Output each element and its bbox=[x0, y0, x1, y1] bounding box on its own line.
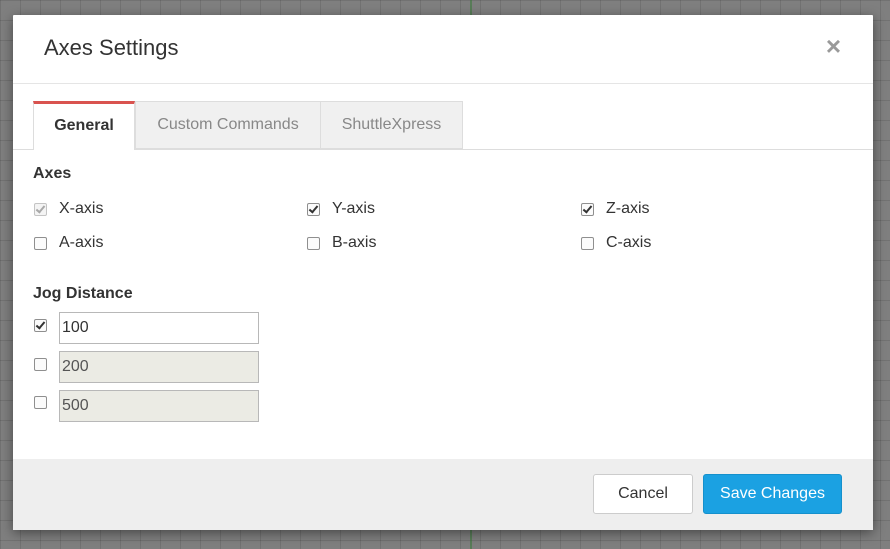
y-axis-checkbox[interactable] bbox=[307, 202, 320, 216]
close-icon[interactable]: × bbox=[826, 33, 841, 59]
z-axis-label[interactable]: Z-axis bbox=[606, 200, 650, 218]
z-axis-option: Z-axis bbox=[581, 199, 650, 219]
jog-100-input[interactable] bbox=[59, 312, 259, 344]
axes-settings-dialog: Axes Settings × General Custom Commands … bbox=[13, 15, 873, 530]
c-axis-option: C-axis bbox=[581, 233, 651, 253]
jog-200-input bbox=[59, 351, 259, 383]
jog-200-checkbox[interactable] bbox=[34, 357, 47, 371]
c-axis-label[interactable]: C-axis bbox=[606, 234, 651, 252]
z-axis-checkbox[interactable] bbox=[581, 202, 594, 216]
y-axis-label[interactable]: Y-axis bbox=[332, 200, 375, 218]
a-axis-label[interactable]: A-axis bbox=[59, 234, 103, 252]
b-axis-label[interactable]: B-axis bbox=[332, 234, 376, 252]
tab-general[interactable]: General bbox=[33, 101, 135, 150]
x-axis-option: X-axis bbox=[34, 199, 103, 219]
tab-custom-commands[interactable]: Custom Commands bbox=[135, 101, 321, 149]
jog-100-option bbox=[34, 315, 47, 335]
x-axis-label: X-axis bbox=[59, 200, 104, 217]
c-axis-checkbox[interactable] bbox=[581, 236, 594, 250]
save-changes-button[interactable]: Save Changes bbox=[703, 474, 842, 514]
jog-200-option bbox=[34, 354, 47, 374]
b-axis-checkbox[interactable] bbox=[307, 236, 320, 250]
a-axis-option: A-axis bbox=[34, 233, 103, 253]
jog-distance-title: Jog Distance bbox=[33, 285, 133, 302]
dialog-footer: Cancel Save Changes bbox=[13, 459, 873, 530]
jog-500-option bbox=[34, 392, 47, 412]
y-axis-option: Y-axis bbox=[307, 199, 375, 219]
jog-500-checkbox[interactable] bbox=[34, 395, 47, 409]
a-axis-checkbox[interactable] bbox=[34, 236, 47, 250]
dialog-header: Axes Settings × bbox=[13, 15, 873, 84]
dialog-title: Axes Settings bbox=[44, 35, 179, 60]
axes-section-title: Axes bbox=[33, 165, 72, 182]
jog-100-checkbox[interactable] bbox=[34, 318, 47, 332]
tab-bar: General Custom Commands ShuttleXpress bbox=[13, 101, 873, 150]
jog-500-input bbox=[59, 390, 259, 422]
tab-shuttlexpress[interactable]: ShuttleXpress bbox=[320, 101, 463, 149]
b-axis-option: B-axis bbox=[307, 233, 376, 253]
x-axis-checkbox[interactable] bbox=[34, 202, 47, 216]
cancel-button[interactable]: Cancel bbox=[593, 474, 693, 514]
